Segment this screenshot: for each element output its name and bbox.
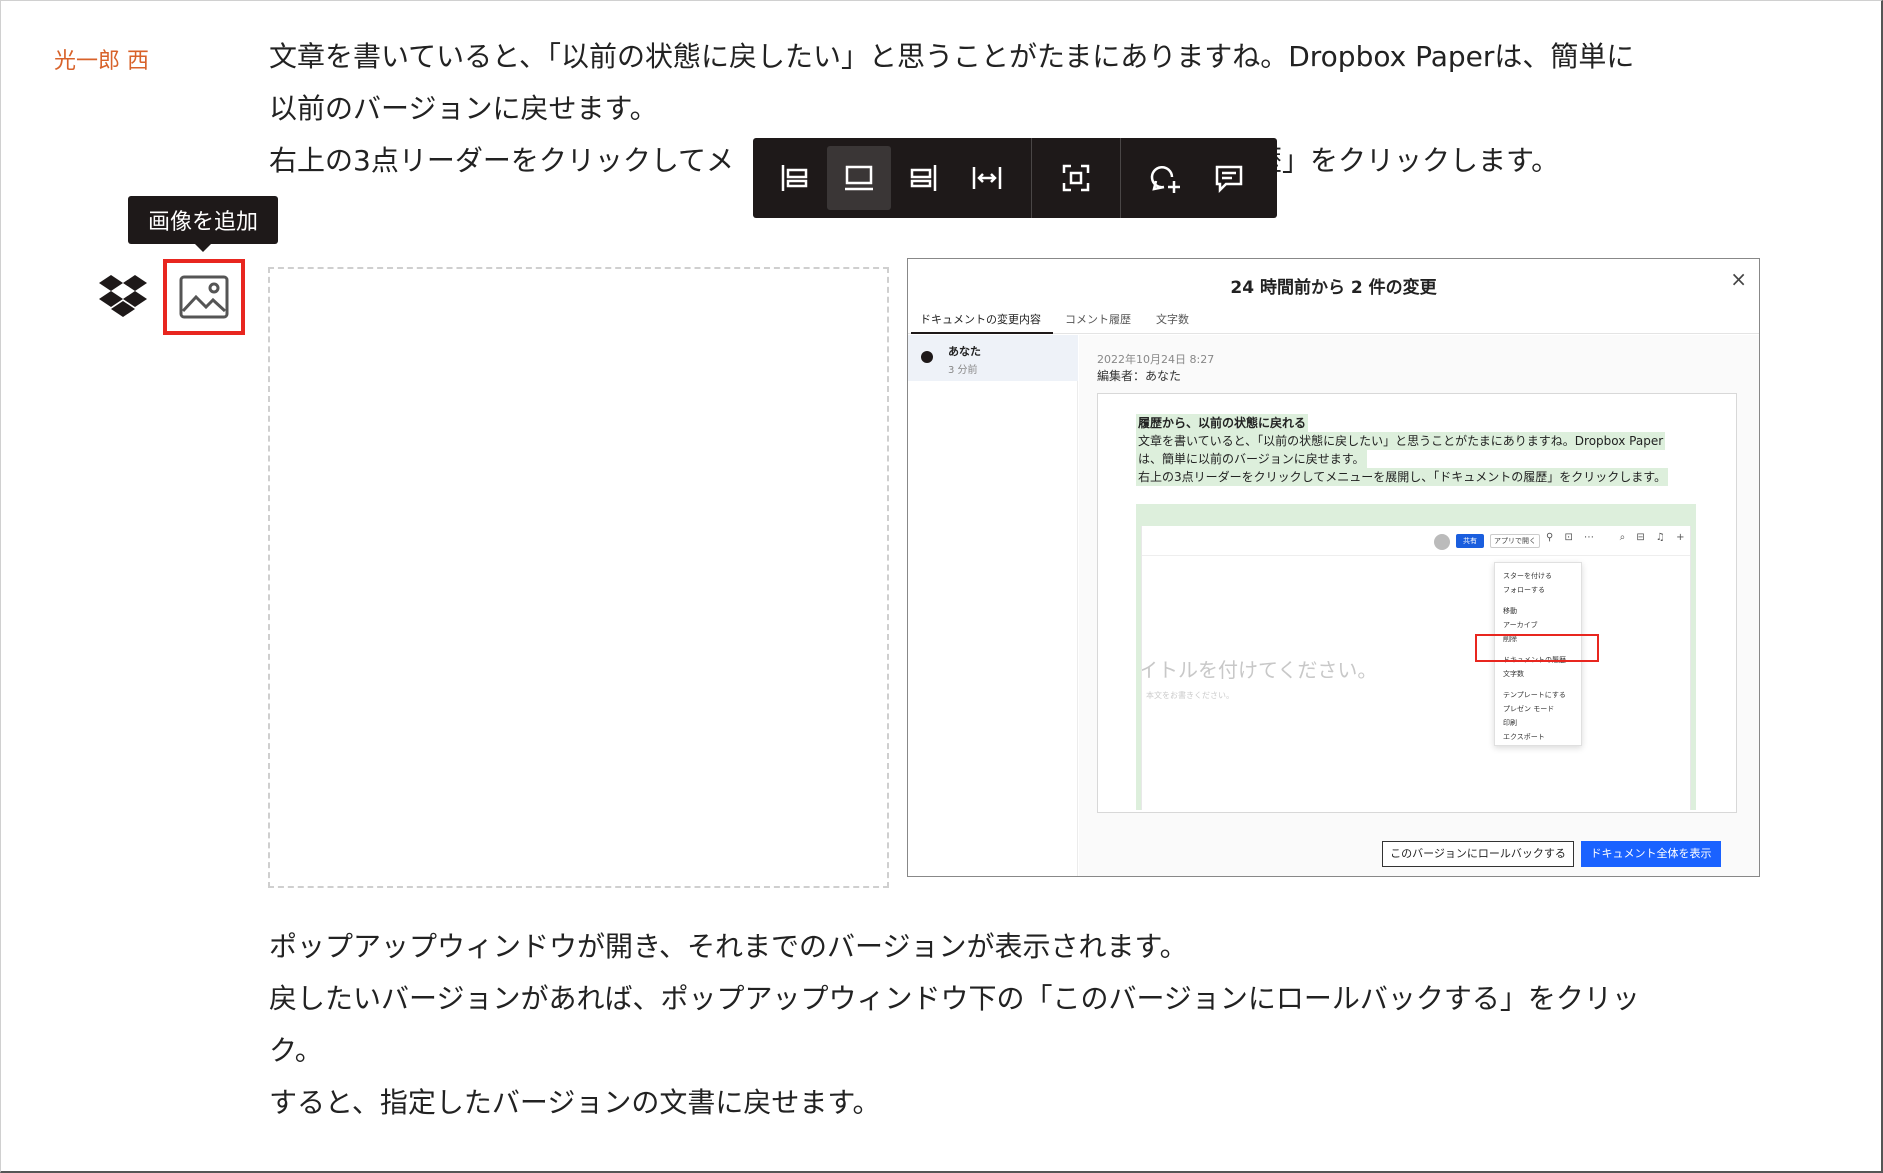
menu-item: プレゼン モード xyxy=(1503,705,1555,713)
replace-image-icon[interactable] xyxy=(1044,146,1108,210)
doc-heading: 履歴から、以前の状態に戻れる xyxy=(1136,414,1309,432)
menu-item: スターを付ける xyxy=(1503,572,1552,580)
header-icons: ⚲ ⊡ ⋯ ⌕ ⊟ ♫ + xyxy=(1546,532,1689,543)
dialog-tabs: ドキュメントの変更内容 コメント履歴 文字数 xyxy=(908,306,1759,334)
nested-header: 共有 アプリで開く ⚲ ⊡ ⋯ ⌕ ⊟ ♫ + xyxy=(1142,526,1690,556)
menu-item: 印刷 xyxy=(1503,719,1517,727)
toolbar-divider xyxy=(1120,138,1121,218)
paragraph: すると、指定したバージョンの文書に戻せます。 xyxy=(269,1086,881,1119)
paragraph-part: 右上の3点リーダーをクリックしてメ xyxy=(269,144,734,177)
body-placeholder: 本文をお書きください。 xyxy=(1146,691,1234,700)
document-preview: 履歴から、以前の状態に戻れる 文章を書いていると、「以前の状態に戻したい」と思う… xyxy=(1097,393,1737,813)
doc-line: 右上の3点リーダーをクリックしてメニューを展開し、「ドキュメントの履歴」をクリッ… xyxy=(1136,468,1669,486)
menu-item: 文字数 xyxy=(1503,670,1524,678)
share-button: 共有 xyxy=(1456,534,1484,548)
page-frame: 光一郎 西 文章を書いていると、「以前の状態に戻したい」と思うことがたまにありま… xyxy=(0,0,1883,1173)
doc-line: は、簡単に以前のバージョンに戻せます。 xyxy=(1136,450,1367,468)
image-icon xyxy=(179,275,229,319)
version-editor: 編集者：あなた xyxy=(1097,369,1182,383)
close-icon: × xyxy=(1730,267,1747,291)
paragraph: ク。 xyxy=(269,1034,323,1067)
active-tab-indicator xyxy=(911,332,1053,334)
view-full-document-button: ドキュメント全体を表示 xyxy=(1581,841,1721,867)
author-name: 光一郎 西 xyxy=(54,49,149,74)
menu-item: フォローする xyxy=(1503,586,1545,594)
doc-line: 文章を書いていると、「以前の状態に戻したい」と思うことがたまにありますね。Dro… xyxy=(1136,432,1666,450)
title-placeholder: イトルを付けてください。 xyxy=(1141,658,1378,682)
paragraph: 文章を書いていると、「以前の状態に戻したい」と思うことがたまにありますね。Dro… xyxy=(269,40,1635,73)
fit-width-icon[interactable] xyxy=(955,146,1019,210)
image-toolbar xyxy=(753,138,1277,218)
menu-item: 移動 xyxy=(1503,607,1517,615)
menu-item: エクスポート xyxy=(1503,733,1545,741)
tab-word-count: 文字数 xyxy=(1156,313,1189,326)
open-in-app-button: アプリで開く xyxy=(1490,534,1540,548)
add-image-tooltip: 画像を追加 xyxy=(128,196,278,252)
paragraph: 戻したいバージョンがあれば、ポップアップウィンドウ下の「このバージョンにロールバ… xyxy=(269,982,1640,1015)
version-list: あなた 3 分前 xyxy=(908,335,1078,876)
align-right-icon[interactable] xyxy=(891,146,955,210)
full-width-icon[interactable] xyxy=(827,146,891,210)
add-image-button[interactable] xyxy=(163,259,245,335)
version-time: 3 分前 xyxy=(948,365,978,376)
tab-changes: ドキュメントの変更内容 xyxy=(920,313,1041,326)
dialog-title: 24 時間前から 2 件の変更 xyxy=(1230,278,1437,298)
add-comment-icon[interactable] xyxy=(1133,146,1197,210)
image-drop-zone[interactable] xyxy=(268,267,889,888)
comment-icon[interactable] xyxy=(1197,146,1261,210)
paragraph: ポップアップウィンドウが開き、それまでのバージョンが表示されます。 xyxy=(269,930,1188,963)
align-left-icon[interactable] xyxy=(763,146,827,210)
rollback-button: このバージョンにロールバックする xyxy=(1382,841,1574,867)
version-preview: 2022年10月24日 8:27 編集者：あなた 履歴から、以前の状態に戻れる … xyxy=(1079,335,1759,876)
toolbar-divider xyxy=(1031,138,1032,218)
version-item: あなた 3 分前 xyxy=(908,335,1078,381)
avatar xyxy=(1434,534,1450,550)
version-author: あなた xyxy=(948,345,981,358)
menu-item: テンプレートにする xyxy=(1503,691,1566,699)
paragraph: 以前のバージョンに戻せます。 xyxy=(269,92,658,125)
paragraph-part: 歴」をクリックします。 xyxy=(1253,144,1560,177)
history-screenshot-image: 24 時間前から 2 件の変更 × ドキュメントの変更内容 コメント履歴 文字数… xyxy=(907,258,1760,877)
version-dot-icon xyxy=(921,351,933,363)
tab-comment-history: コメント履歴 xyxy=(1065,313,1131,326)
dropbox-logo-icon xyxy=(99,273,147,317)
nested-paper-screenshot: 共有 アプリで開く ⚲ ⊡ ⋯ ⌕ ⊟ ♫ + イトルを付けてください。 本文を… xyxy=(1141,526,1691,810)
version-date: 2022年10月24日 8:27 xyxy=(1097,353,1215,366)
menu-item: アーカイブ xyxy=(1503,621,1538,629)
highlight-box xyxy=(1475,634,1599,662)
